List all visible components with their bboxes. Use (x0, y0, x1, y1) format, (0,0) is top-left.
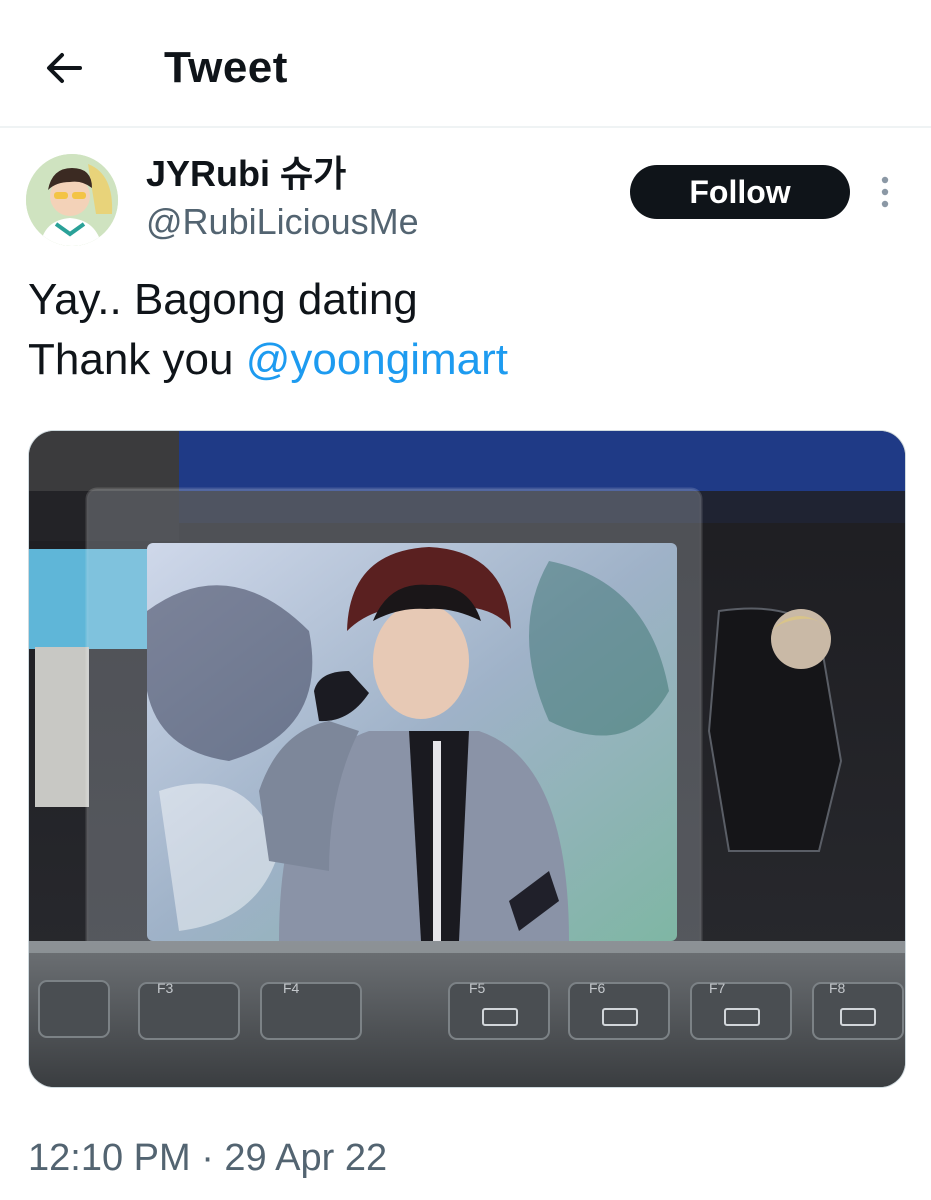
author-display-name[interactable]: JYRubi 슈가 (146, 152, 346, 196)
tweet-line-2: Thank you @yoongimart (28, 330, 508, 390)
tweet-text: Yay.. Bagong dating Thank you @yoongimar… (28, 270, 508, 390)
back-button[interactable] (40, 44, 88, 92)
tweet-line-1: Yay.. Bagong dating (28, 275, 418, 324)
follow-button[interactable]: Follow (630, 165, 850, 219)
key-f4: F4 (283, 980, 300, 996)
arrow-left-icon (47, 53, 82, 83)
author-handle[interactable]: @RubiLiciousMe (146, 200, 419, 244)
more-options-button[interactable] (868, 172, 902, 212)
tweet-photo[interactable]: F3 F4 F5 F6 F7 F8 (28, 430, 906, 1088)
top-bar: Tweet (0, 0, 931, 128)
avatar-illustration (26, 154, 118, 246)
tweet-timestamp[interactable]: 12:10 PM · 29 Apr 22 (28, 1134, 387, 1182)
page-title: Tweet (164, 43, 288, 92)
photo-photocard-on-keyboard: F3 F4 F5 F6 F7 F8 (29, 431, 905, 1087)
mention-link[interactable]: @yoongimart (246, 335, 508, 384)
key-f3: F3 (157, 980, 174, 996)
key-f7: F7 (709, 980, 726, 996)
tweet-line-2-prefix: Thank you (28, 335, 246, 384)
key-f6: F6 (589, 980, 606, 996)
key-f8: F8 (829, 980, 846, 996)
avatar[interactable] (26, 154, 118, 246)
tweet-detail-screen: Tweet JYRubi 슈가 @RubiLiciousMe Follow Ya… (0, 0, 931, 1200)
more-vertical-icon (881, 176, 889, 208)
key-f5: F5 (469, 980, 486, 996)
